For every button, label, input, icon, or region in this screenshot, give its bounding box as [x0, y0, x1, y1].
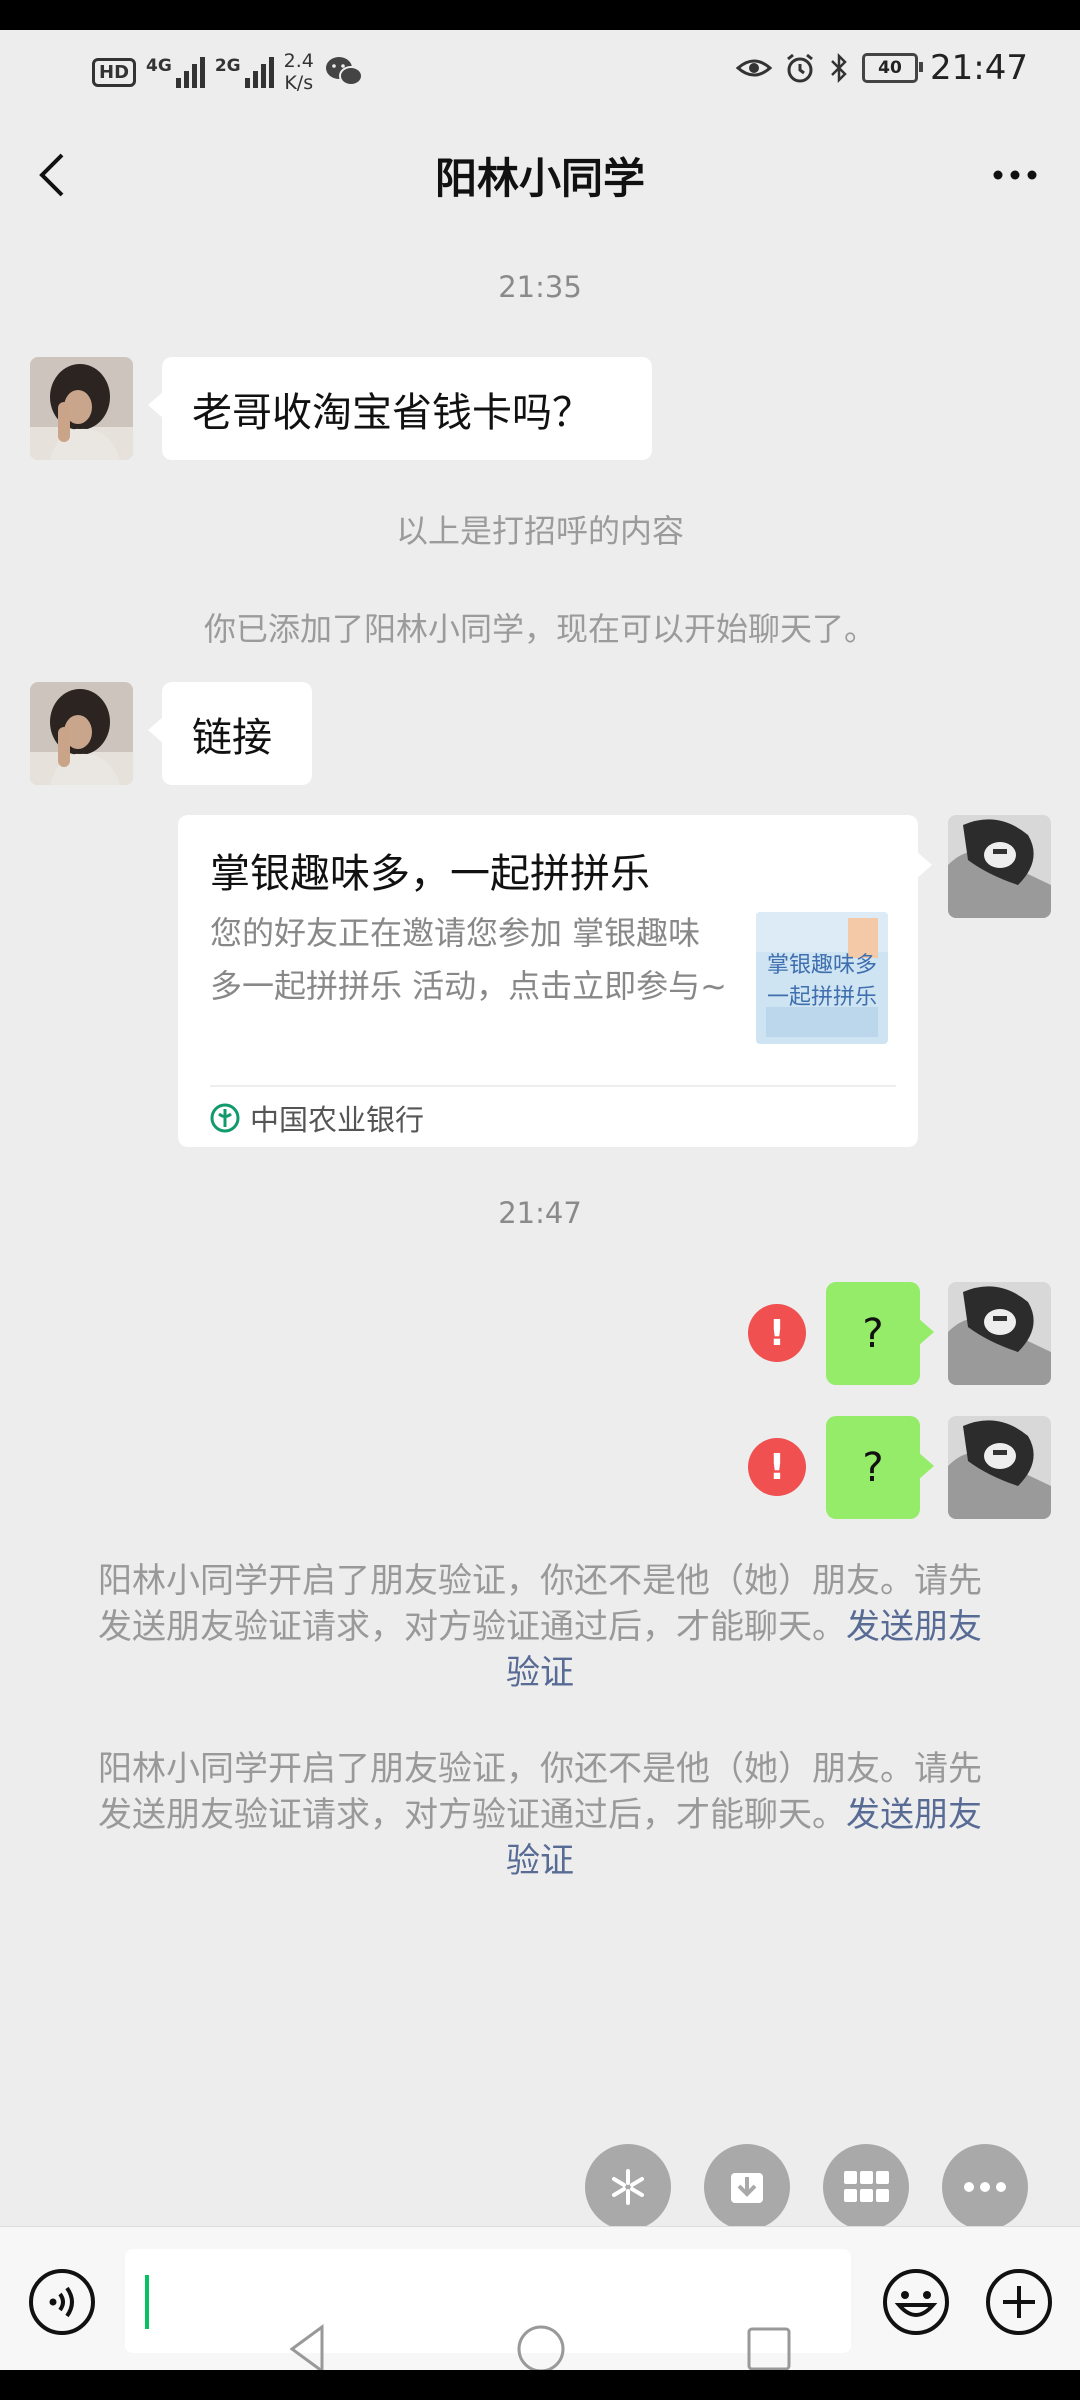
contact-avatar[interactable] [30, 682, 133, 785]
card-thumbnail: 掌银趣味多 一起拼拼乐 [756, 912, 888, 1044]
thumb-line-1: 掌银趣味多 [767, 953, 877, 978]
status-time: 21:47 [930, 48, 1028, 88]
error-mark: ! [768, 1312, 786, 1354]
sparkle-icon [612, 2169, 644, 2205]
sparkle-button[interactable] [585, 2144, 671, 2230]
status-bar: HD 4G 2G 2.4 K/s 40 21:47 [0, 30, 1080, 115]
status-right: 40 21:47 [736, 48, 1028, 88]
more-options-icon[interactable] [980, 155, 1050, 195]
card-description: 您的好友正在邀请您参加 掌银趣味多一起拼拼乐 活动，点击立即参与~ [210, 914, 727, 1005]
plus-icon[interactable] [984, 2267, 1054, 2337]
signal-bars-1-icon [175, 56, 205, 88]
emoji-icon[interactable] [881, 2267, 951, 2337]
card-source: 中国农业银行 [210, 1097, 424, 1139]
chat-header: 阳林小同学 [0, 115, 1080, 235]
timestamp: 21:35 [498, 270, 582, 304]
card-title: 掌银趣味多，一起拼拼乐 [210, 851, 650, 897]
message-text: 老哥收淘宝省钱卡吗？ [192, 389, 592, 436]
voice-icon[interactable] [27, 2267, 97, 2337]
my-avatar[interactable] [948, 1282, 1051, 1385]
network-speed: 2.4 K/s [284, 50, 314, 94]
message-text: ? [862, 1310, 884, 1357]
wechat-icon [325, 57, 363, 86]
speed-value: 2.4 [283, 50, 314, 72]
friend-verification-notice: 阳林小同学开启了朋友验证，你还不是他（她）朋友。请先发送朋友验证请求，对方验证通… [88, 1558, 992, 1696]
download-icon [731, 2173, 763, 2203]
signal-bars-2-icon [244, 56, 274, 88]
network-type-1: 4G [146, 56, 172, 76]
bottom-black-bar [0, 2370, 1080, 2400]
top-black-bar [0, 0, 1080, 30]
abc-bank-logo-icon [210, 1103, 240, 1133]
battery-level: 40 [878, 58, 902, 78]
outgoing-message[interactable]: ? [826, 1282, 934, 1385]
hd-badge: HD [92, 57, 137, 87]
contact-avatar[interactable] [30, 357, 133, 460]
error-mark: ! [768, 1446, 786, 1488]
alarm-icon [787, 53, 813, 83]
send-failed-icon[interactable]: ! [748, 1304, 806, 1362]
my-avatar[interactable] [948, 815, 1051, 918]
friend-verification-notice: 阳林小同学开启了朋友验证，你还不是他（她）朋友。请先发送朋友验证请求，对方验证通… [88, 1746, 992, 1884]
timestamp: 21:47 [498, 1196, 582, 1230]
download-button[interactable] [704, 2144, 790, 2230]
message-text: 链接 [192, 714, 272, 761]
eye-comfort-icon [736, 59, 773, 77]
network-type-2: 2G [214, 56, 241, 76]
input-bar [0, 2226, 1080, 2374]
incoming-message[interactable]: 链接 [148, 682, 312, 785]
signal-1: 4G [146, 56, 205, 88]
bluetooth-icon [831, 52, 847, 84]
my-avatar[interactable] [948, 1416, 1051, 1519]
grid-button[interactable] [823, 2144, 909, 2230]
message-text: ? [862, 1444, 884, 1491]
more-icon [964, 2182, 1006, 2192]
thumb-line-2: 一起拼拼乐 [767, 985, 877, 1010]
status-left: HD 4G 2G 2.4 K/s [92, 50, 364, 94]
chat-title: 阳林小同学 [434, 154, 645, 203]
share-card[interactable]: 掌银趣味多，一起拼拼乐 您的好友正在邀请您参加 掌银趣味多一起拼拼乐 活动，点击… [178, 815, 932, 1147]
card-divider [210, 1085, 896, 1087]
system-notice: 你已添加了阳林小同学，现在可以开始聊天了。 [203, 610, 876, 648]
more-actions-button[interactable] [942, 2144, 1028, 2230]
incoming-message[interactable]: 老哥收淘宝省钱卡吗？ [148, 357, 652, 460]
outgoing-message[interactable]: ? [826, 1416, 934, 1519]
system-notice: 以上是打招呼的内容 [395, 512, 684, 550]
card-source-name: 中国农业银行 [250, 1103, 425, 1137]
grid-icon [844, 2171, 889, 2202]
speed-unit: K/s [284, 72, 314, 94]
text-cursor [145, 2275, 149, 2329]
battery-icon: 40 [862, 53, 924, 83]
send-failed-icon[interactable]: ! [748, 1438, 806, 1496]
signal-2: 2G [215, 56, 274, 88]
